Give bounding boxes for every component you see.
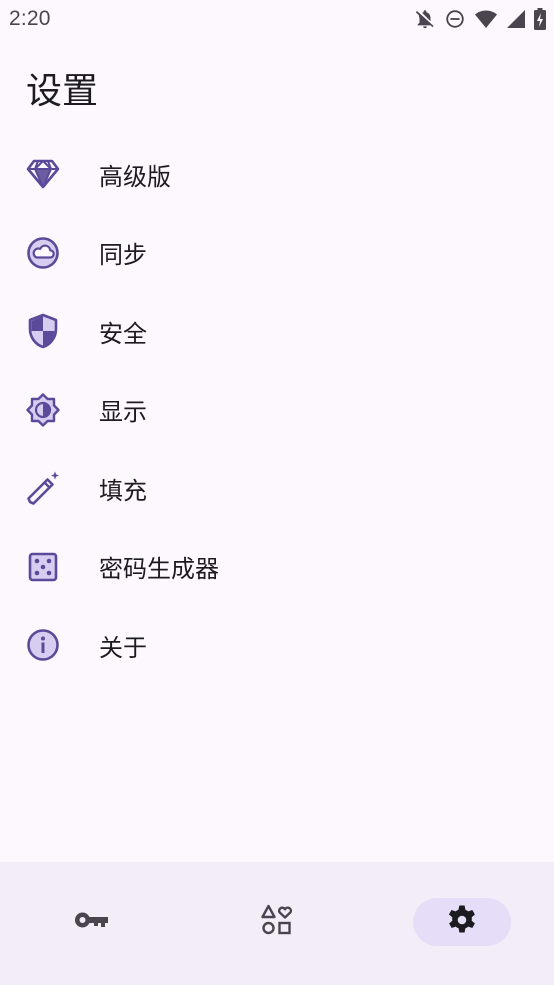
nav-item-categories[interactable] (228, 898, 326, 946)
status-time: 2:20 (9, 7, 51, 30)
settings-list: 高级版 同步 安全 显示 填充 密码生成器 关于 (0, 135, 554, 685)
notifications-off-icon (414, 8, 436, 30)
settings-item-label: 安全 (99, 319, 147, 348)
shapes-icon (261, 904, 293, 940)
settings-item-premium[interactable]: 高级版 (0, 135, 554, 214)
bottom-navigation (0, 862, 554, 985)
settings-item-label: 填充 (99, 476, 147, 505)
settings-item-sync[interactable]: 同步 (0, 214, 554, 293)
do-not-disturb-icon (444, 8, 466, 30)
nav-item-settings[interactable] (413, 898, 511, 946)
gear-icon (446, 904, 478, 940)
settings-item-label: 同步 (99, 241, 147, 270)
settings-item-label: 密码生成器 (99, 555, 219, 584)
key-icon (74, 909, 110, 935)
settings-item-about[interactable]: 关于 (0, 606, 554, 685)
settings-item-password-generator[interactable]: 密码生成器 (0, 528, 554, 607)
diamond-icon (25, 156, 61, 192)
settings-item-label: 显示 (99, 398, 147, 427)
cloud-sync-icon (25, 235, 61, 271)
brightness-icon (25, 392, 61, 428)
settings-item-label: 高级版 (99, 162, 171, 191)
settings-item-security[interactable]: 安全 (0, 292, 554, 371)
settings-item-autofill[interactable]: 填充 (0, 449, 554, 528)
battery-charging-icon (534, 8, 546, 30)
settings-item-display[interactable]: 显示 (0, 371, 554, 450)
status-bar: 2:20 (0, 0, 554, 38)
shield-icon (25, 313, 61, 349)
dice-icon (25, 549, 61, 585)
page-title: 设置 (26, 71, 99, 112)
settings-item-label: 关于 (99, 633, 147, 662)
nav-item-vault[interactable] (43, 898, 141, 946)
status-icons (414, 6, 546, 32)
magic-wand-icon (25, 470, 61, 506)
wifi-icon (474, 8, 498, 30)
cellular-signal-icon (506, 9, 526, 29)
info-icon (25, 627, 61, 663)
